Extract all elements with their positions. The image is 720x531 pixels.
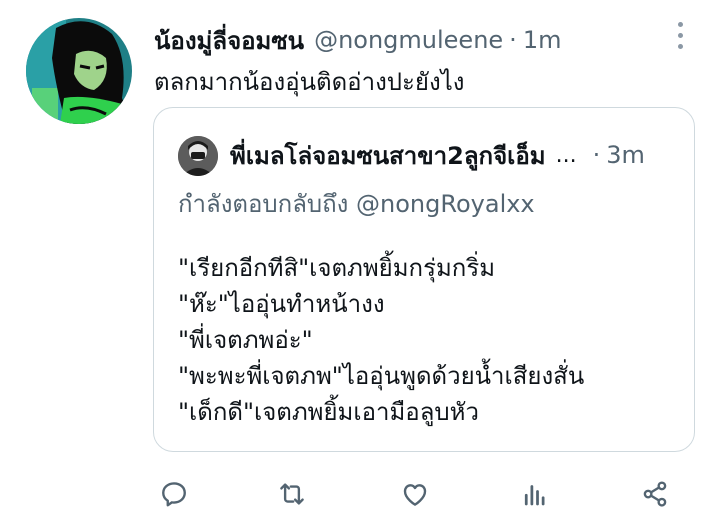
like-button[interactable] bbox=[395, 474, 435, 514]
replying-to-label: กำลังตอบกลับถึง bbox=[178, 190, 349, 218]
separator-dot: · bbox=[509, 26, 517, 54]
retweet-icon bbox=[280, 483, 304, 505]
quoted-tweet-timestamp: 3m bbox=[606, 141, 645, 169]
quoted-text-line: "พะพะพี่เจตภพ"ไออุ่นพูดด้วยน้ำเสียงสั่น bbox=[178, 362, 585, 390]
more-dot bbox=[677, 43, 683, 49]
name-truncation-ellipsis: ... bbox=[555, 142, 577, 168]
separator-dot: · bbox=[592, 141, 601, 169]
like-icon bbox=[403, 484, 427, 506]
share-icon bbox=[643, 481, 667, 507]
more-options-icon[interactable] bbox=[668, 20, 692, 50]
quoted-text-line: "ห๊ะ"ไออุ่นทำหน้างง bbox=[178, 290, 385, 318]
more-dot bbox=[677, 21, 683, 27]
quoted-tweet-header: พี่เมลโล่จอมซนสาขา2ลูกจีเอ็ม ... · 3m bbox=[230, 138, 645, 172]
quoted-text-line: "เด็กดี"เจตภพยิ้มเอามือลูบหัว bbox=[178, 398, 479, 426]
reply-button[interactable] bbox=[154, 474, 194, 514]
quoted-text-line: "พี่เจตภพอ่ะ" bbox=[178, 326, 313, 354]
reply-icon bbox=[162, 482, 186, 507]
quoted-tweet-card[interactable]: พี่เมลโล่จอมซนสาขา2ลูกจีเอ็ม ... · 3m กำ… bbox=[153, 107, 695, 452]
quoted-tweet-body: "เรียกอีกทีสิ"เจตภพยิ้มกรุ่มกริ่ม "ห๊ะ"ไ… bbox=[178, 250, 584, 430]
replying-to-mention[interactable]: @nongRoyalxx bbox=[356, 190, 535, 218]
tweet-header: น้องมู่ลี่จอมซน @nongmuleene · 1m bbox=[154, 24, 561, 56]
quoted-author-display-name: พี่เมลโล่จอมซนสาขา2ลูกจีเอ็ม bbox=[230, 141, 546, 170]
author-display-name[interactable]: น้องมู่ลี่จอมซน bbox=[154, 21, 304, 60]
share-button[interactable] bbox=[635, 474, 675, 514]
more-dot bbox=[677, 32, 683, 38]
author-handle[interactable]: @nongmuleene bbox=[314, 26, 503, 54]
quoted-author-avatar bbox=[178, 136, 218, 176]
tweet-action-bar bbox=[150, 474, 690, 514]
author-avatar[interactable] bbox=[26, 18, 132, 124]
tweet-text: ตลกมากน้องอุ่นติดอ่างปะยังไง bbox=[154, 68, 465, 96]
replying-to-line: กำลังตอบกลับถึง @nongRoyalxx bbox=[178, 184, 535, 223]
quoted-text-line: "เรียกอีกทีสิ"เจตภพยิ้มกรุ่มกริ่ม bbox=[178, 254, 496, 282]
views-icon bbox=[524, 485, 545, 506]
views-button[interactable] bbox=[515, 474, 555, 514]
tweet-timestamp[interactable]: 1m bbox=[523, 26, 562, 54]
retweet-button[interactable] bbox=[272, 474, 312, 514]
